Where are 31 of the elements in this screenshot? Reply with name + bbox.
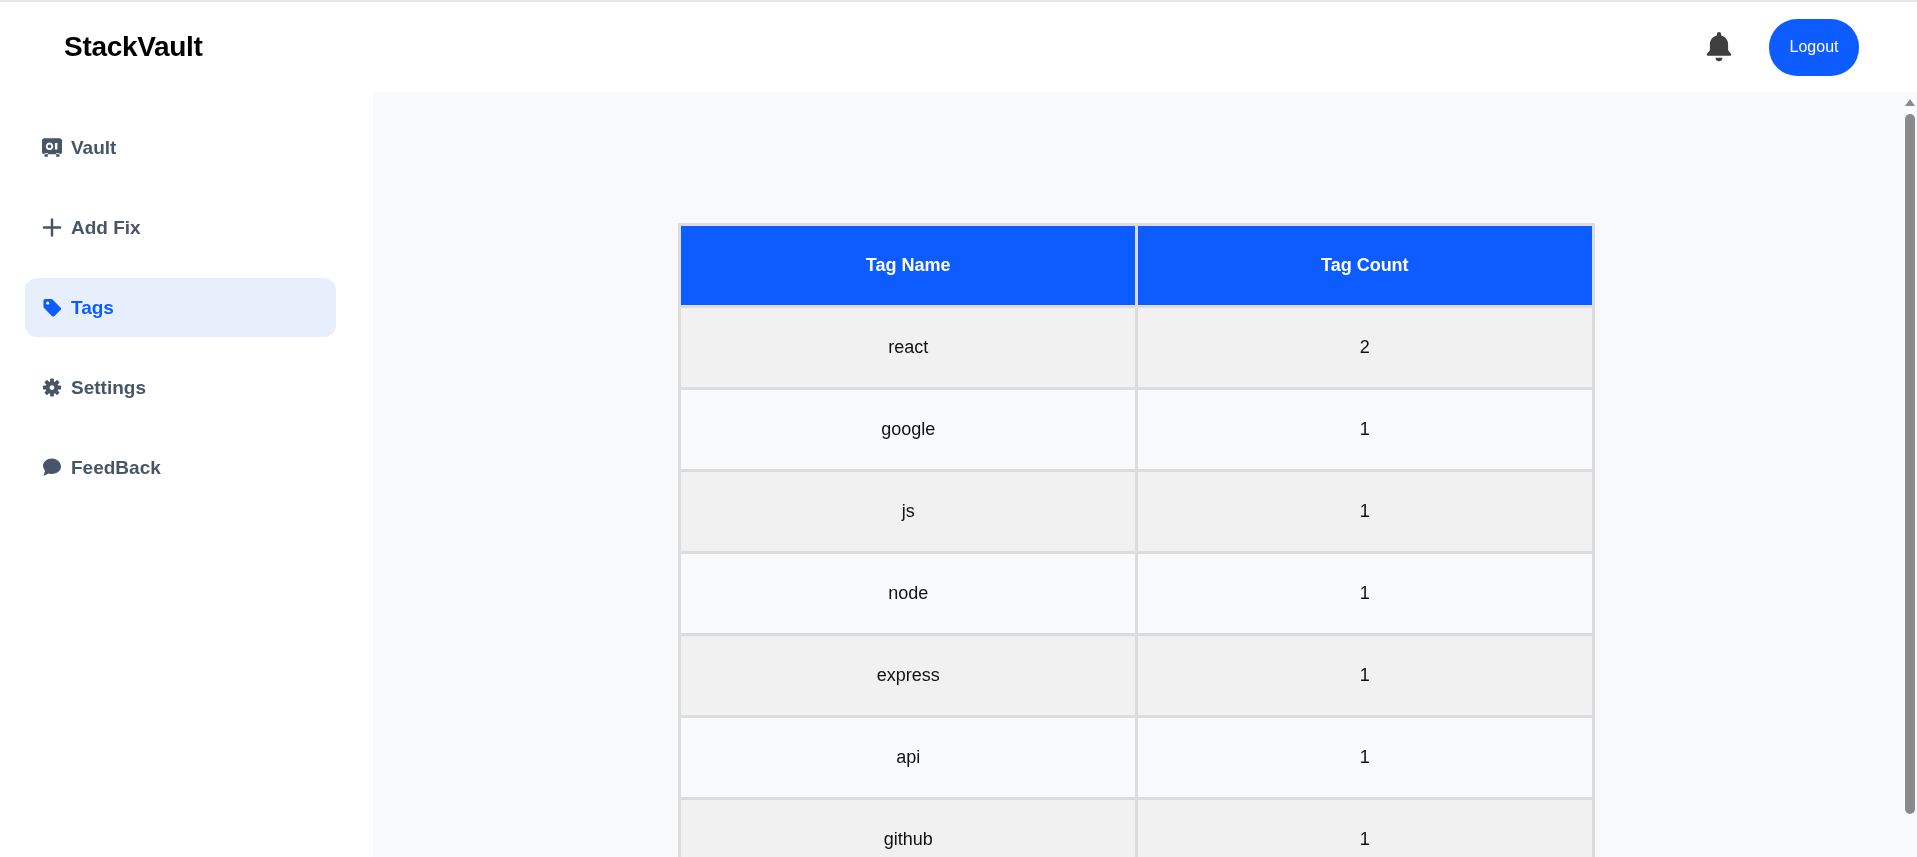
table-cell: 1 bbox=[1136, 552, 1594, 635]
app-logo: StackVault bbox=[64, 31, 203, 63]
sidebar-item[interactable]: Tags bbox=[25, 278, 336, 337]
vault-icon bbox=[42, 138, 62, 157]
sidebar-item[interactable]: FeedBack bbox=[25, 438, 336, 497]
scroll-up-arrow-icon[interactable] bbox=[1905, 99, 1915, 106]
chat-bubble-icon bbox=[42, 458, 62, 477]
column-header: Tag Count bbox=[1136, 224, 1594, 307]
table-cell: express bbox=[679, 634, 1137, 717]
table-cell: 1 bbox=[1136, 716, 1594, 799]
table-cell: js bbox=[679, 470, 1137, 553]
table-cell: node bbox=[679, 552, 1137, 635]
table-cell: 1 bbox=[1136, 798, 1594, 857]
table-cell: react bbox=[679, 306, 1137, 389]
sidebar-item[interactable]: Vault bbox=[25, 118, 336, 177]
table-cell: 1 bbox=[1136, 634, 1594, 717]
bell-icon[interactable] bbox=[1706, 32, 1732, 62]
logout-button[interactable]: Logout bbox=[1769, 18, 1859, 76]
scrollbar-thumb[interactable] bbox=[1905, 114, 1915, 814]
sidebar-item[interactable]: Settings bbox=[25, 358, 336, 417]
table-cell: google bbox=[679, 388, 1137, 471]
table-cell: 1 bbox=[1136, 470, 1594, 553]
table-cell: 2 bbox=[1136, 306, 1594, 389]
table-cell: api bbox=[679, 716, 1137, 799]
table-cell: github bbox=[679, 798, 1137, 857]
tag-icon bbox=[42, 298, 62, 317]
table-cell: 1 bbox=[1136, 388, 1594, 471]
gear-icon bbox=[42, 378, 62, 397]
plus-icon bbox=[42, 218, 62, 237]
sidebar-item[interactable]: Add Fix bbox=[25, 198, 336, 257]
column-header: Tag Name bbox=[679, 224, 1137, 307]
